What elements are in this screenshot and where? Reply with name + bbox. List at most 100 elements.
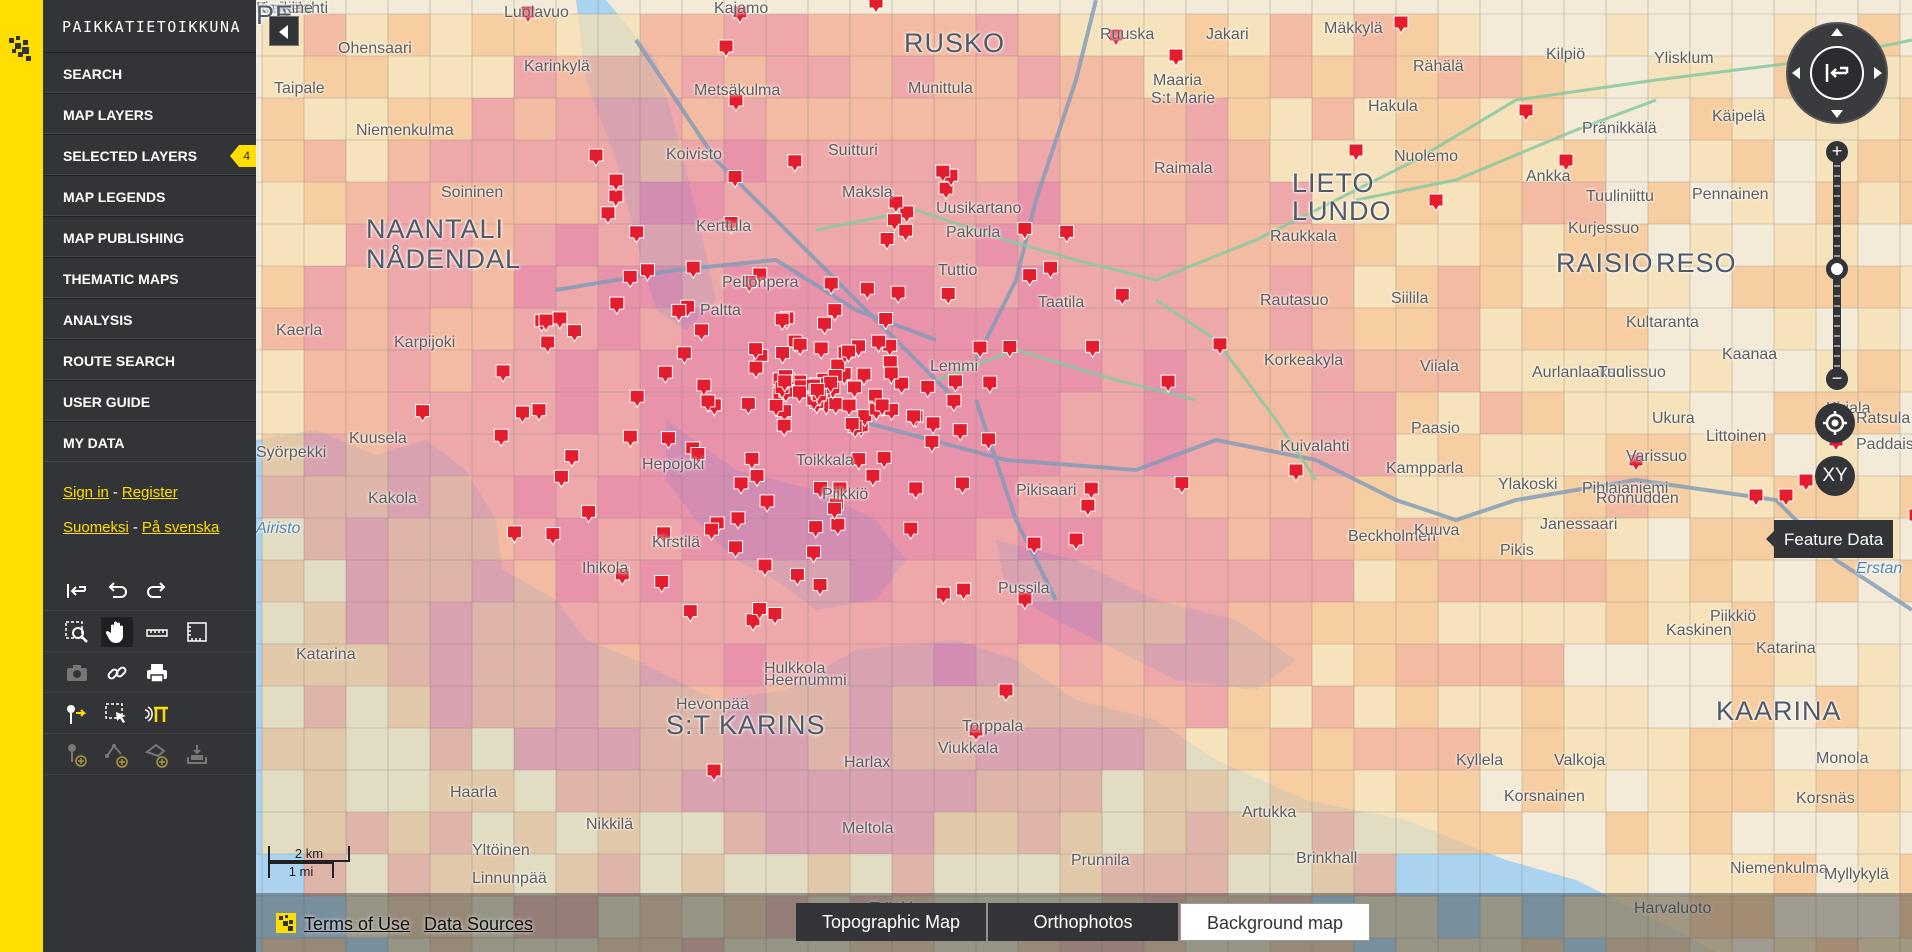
measure-line-icon[interactable]	[141, 617, 173, 647]
zoom-slider-handle[interactable]	[1826, 258, 1848, 280]
place-label: Kultaranta	[1626, 314, 1699, 331]
place-label: Taatila	[1038, 294, 1085, 311]
print-icon[interactable]	[141, 658, 173, 688]
tool-row-draw	[43, 734, 256, 775]
place-label: Monola	[1816, 750, 1869, 767]
menu-item-user-guide[interactable]: USER GUIDE	[43, 380, 256, 421]
map-canvas[interactable]: Luolavuo Kajamo RUSKO Ruuska Jakari Mäkkylä Ki…	[256, 0, 1912, 952]
select-features-icon[interactable]	[101, 699, 133, 729]
place-label: Kaskinen	[1666, 622, 1732, 639]
place-label: Korsnäs	[1796, 790, 1855, 807]
place-label: NAANTALI	[366, 214, 505, 244]
tool-row-navigation	[43, 611, 256, 652]
place-label: Viukkala	[938, 740, 999, 757]
place-label: Nikkilä	[586, 816, 634, 833]
redo-icon[interactable]	[141, 576, 173, 606]
terms-of-use-link[interactable]: Terms of Use	[304, 914, 410, 935]
measure-area-icon[interactable]	[181, 617, 213, 647]
import-icon[interactable]	[181, 740, 213, 770]
brand-title: PAIKKATIETOIKKUNA	[62, 18, 242, 36]
pan-compass-control[interactable]	[1786, 22, 1888, 124]
place-label: Airisto	[256, 520, 301, 537]
menu-item-analysis[interactable]: ANALYSIS	[43, 298, 256, 339]
scalebar-km: 2 km	[268, 846, 350, 862]
place-label: LIETO	[1292, 168, 1375, 198]
menu-item-search[interactable]: SEARCH	[43, 52, 256, 93]
sign-in-link[interactable]: Sign in	[63, 484, 109, 501]
reset-view-center-button[interactable]	[1810, 46, 1864, 100]
bottom-bar: Terms of Use Data Sources Topographic Ma…	[256, 893, 1912, 952]
place-label: Erstan	[1856, 560, 1903, 577]
place-label: Kakola	[368, 490, 417, 507]
add-line-icon[interactable]	[101, 740, 133, 770]
place-label: Pellonpera	[722, 274, 799, 291]
menu-item-label: USER GUIDE	[63, 394, 151, 410]
zoom-box-icon[interactable]	[61, 617, 93, 647]
map-base-layer	[256, 0, 1912, 952]
language-finnish-link[interactable]: Suomeksi	[63, 519, 129, 536]
menu-item-label: SEARCH	[63, 66, 123, 82]
menu-item-my-data[interactable]: MY DATA	[43, 421, 256, 462]
add-point-icon[interactable]	[61, 740, 93, 770]
place-label: Suitturi	[828, 142, 878, 159]
place-label: Raukkala	[1270, 228, 1337, 245]
link-icon[interactable]	[101, 658, 133, 688]
menu-item-label: SELECTED LAYERS	[63, 148, 198, 164]
menu-item-route-search[interactable]: ROUTE SEARCH	[43, 339, 256, 380]
place-label: Katarina	[296, 646, 356, 663]
coordinate-tool-button[interactable]: XY	[1815, 456, 1855, 496]
add-marker-icon[interactable]	[61, 699, 93, 729]
reset-view-icon[interactable]	[61, 576, 93, 606]
menu-item-map-layers[interactable]: MAP LAYERS	[43, 93, 256, 134]
feedback-icon[interactable]	[141, 699, 173, 729]
place-label: Kirstilä	[652, 534, 701, 551]
place-label: Taipale	[274, 80, 325, 97]
place-label: Viiala	[1420, 358, 1459, 375]
language-swedish-link[interactable]: På svenska	[142, 519, 220, 536]
place-label: Kilpiö	[1546, 46, 1586, 63]
place-label: KAARINA	[1716, 696, 1842, 726]
place-label: Luolavuo	[504, 4, 569, 21]
menu-item-map-publishing[interactable]: MAP PUBLISHING	[43, 216, 256, 257]
crosshair-icon	[1823, 411, 1847, 435]
zoom-out-button[interactable]: −	[1826, 368, 1848, 390]
menu-item-label: ROUTE SEARCH	[63, 353, 176, 369]
place-label: Paddais	[1856, 436, 1912, 453]
tab-orthophotos[interactable]: Orthophotos	[988, 903, 1178, 941]
place-label: Käipelä	[1712, 108, 1766, 125]
paikkatietoikkuna-logo-icon	[276, 913, 296, 933]
place-label: Niemenkulma	[356, 122, 454, 139]
paikkatietoikkuna-logo-icon	[9, 36, 31, 61]
pan-hand-icon[interactable]	[101, 617, 133, 647]
place-label: Rähälä	[1413, 58, 1464, 75]
tab-background-map[interactable]: Background map	[1180, 903, 1370, 941]
add-area-icon[interactable]	[141, 740, 173, 770]
collapse-sidebar-button[interactable]	[269, 16, 299, 46]
my-location-button[interactable]	[1815, 403, 1855, 443]
place-label: Maksla	[842, 184, 893, 201]
place-label: S:T KARINS	[666, 710, 826, 740]
register-link[interactable]: Register	[122, 484, 178, 501]
feature-data-button[interactable]: Feature Data	[1765, 520, 1894, 558]
place-label: Syörpekki	[256, 444, 327, 461]
place-label: Soininen	[441, 184, 504, 201]
data-sources-link[interactable]: Data Sources	[424, 914, 533, 935]
undo-icon[interactable]	[101, 576, 133, 606]
place-label: Prunnila	[1071, 852, 1130, 869]
place-label: Kaerla	[276, 322, 323, 339]
menu-item-map-legends[interactable]: MAP LEGENDS	[43, 175, 256, 216]
place-label: Artukka	[1242, 804, 1297, 821]
place-label: Uusikartano	[936, 200, 1022, 217]
place-label: Kyllela	[1456, 752, 1504, 769]
place-label: Hepojoki	[642, 456, 705, 473]
place-label: Ylisklum	[1654, 50, 1714, 67]
menu-item-selected-layers[interactable]: SELECTED LAYERS 4	[43, 134, 256, 175]
menu-item-thematic-maps[interactable]: THEMATIC MAPS	[43, 257, 256, 298]
place-label: Linnunpää	[472, 870, 547, 887]
place-label: Harlax	[844, 754, 891, 771]
place-label: Myllykylä	[1824, 866, 1889, 883]
zoom-in-button[interactable]: +	[1826, 141, 1848, 163]
screenshot-icon[interactable]	[61, 658, 93, 688]
place-label: Kuivalahti	[1280, 438, 1350, 455]
tab-topographic-map[interactable]: Topographic Map	[796, 903, 986, 941]
